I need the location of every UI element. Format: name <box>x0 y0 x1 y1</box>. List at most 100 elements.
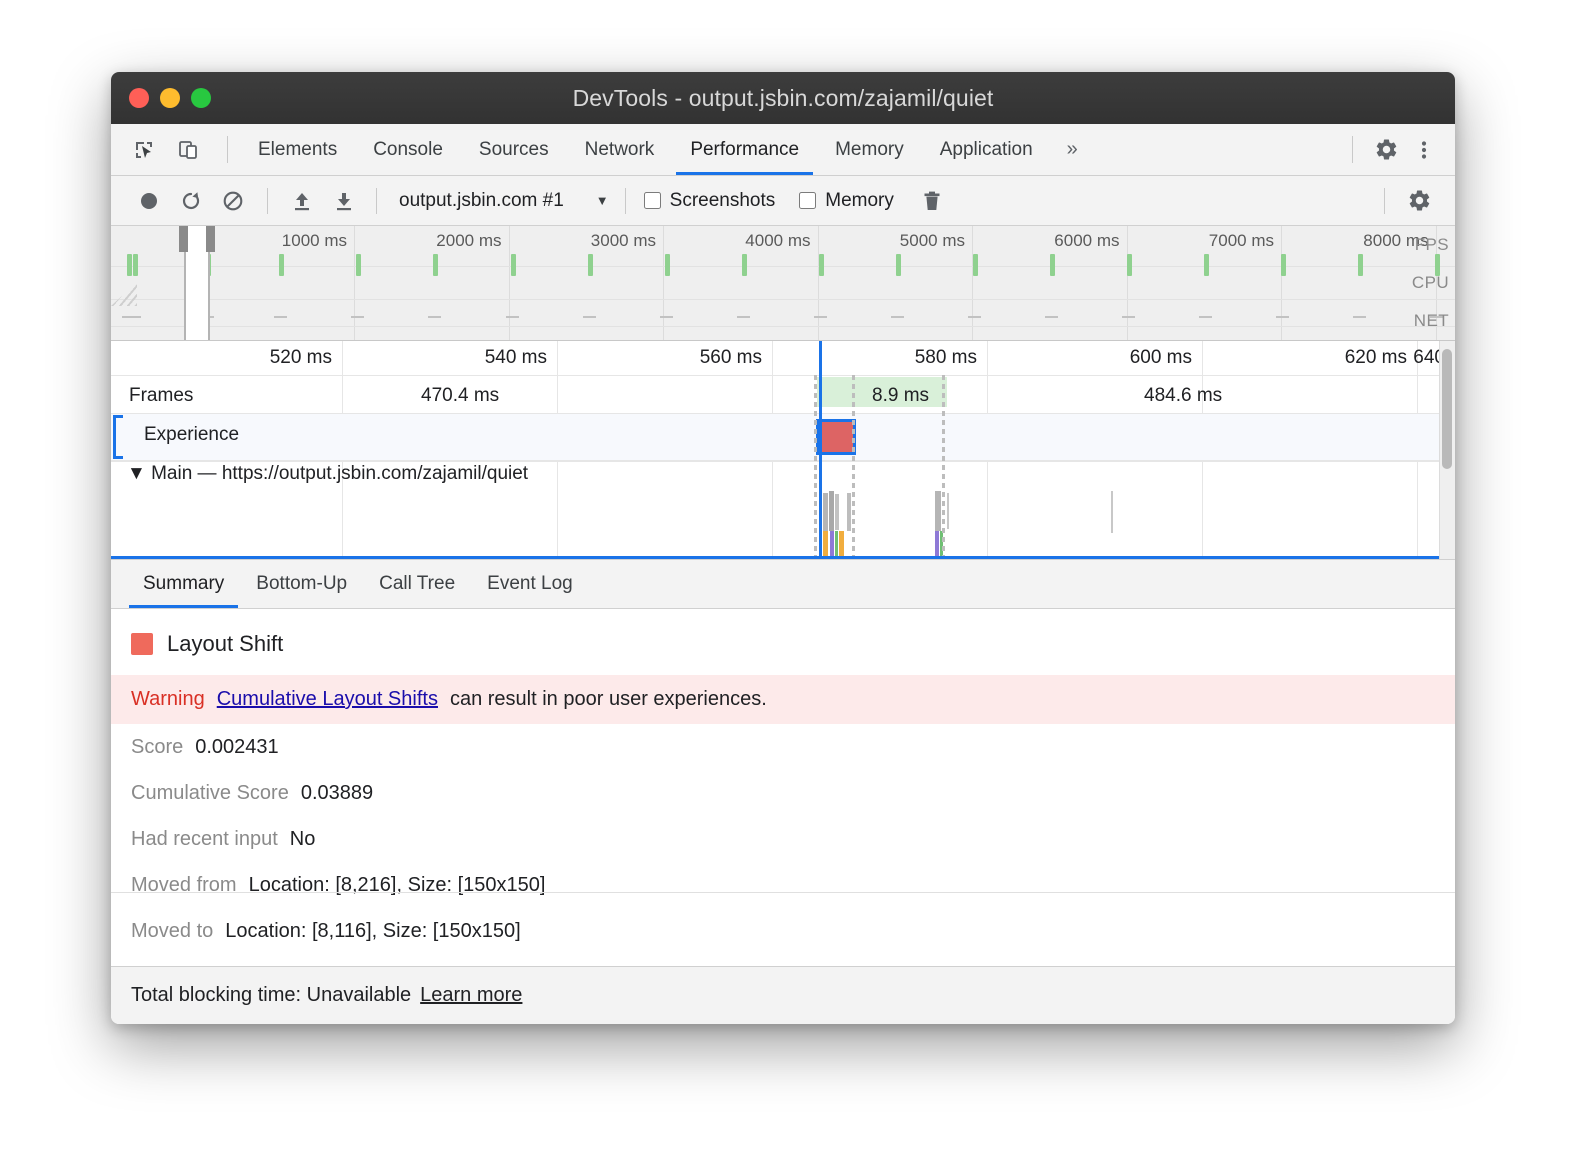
tab-console[interactable]: Console <box>355 124 461 175</box>
recording-selector[interactable]: output.jsbin.com #1 <box>399 190 564 212</box>
overview-gridline <box>509 226 510 340</box>
tab-event-log[interactable]: Event Log <box>471 560 589 608</box>
experience-track-label[interactable]: Experience <box>144 424 239 446</box>
fps-bar[interactable] <box>133 254 138 276</box>
main-track-label[interactable]: ▼ Main — https://output.jsbin.com/zajami… <box>127 463 528 485</box>
cumulative-layout-shifts-link[interactable]: Cumulative Layout Shifts <box>217 688 438 711</box>
trash-icon[interactable] <box>912 183 952 219</box>
experience-track-row[interactable] <box>111 413 1455 461</box>
frame-duration-2[interactable]: 8.9 ms <box>872 385 929 407</box>
tab-call-tree[interactable]: Call Tree <box>363 560 471 608</box>
network-bar[interactable] <box>274 316 287 318</box>
frame-duration-1[interactable]: 470.4 ms <box>421 385 499 407</box>
download-icon[interactable] <box>324 183 364 219</box>
activity-bar[interactable] <box>830 531 834 559</box>
tab-summary[interactable]: Summary <box>127 560 240 608</box>
minimize-window-button[interactable] <box>160 88 180 108</box>
fps-bar[interactable] <box>665 254 670 276</box>
network-bar[interactable] <box>428 316 441 318</box>
more-vertical-icon[interactable] <box>1407 133 1441 167</box>
gear-icon[interactable] <box>1399 183 1439 219</box>
overview-tick-label: 5000 ms <box>900 231 972 251</box>
fps-bar[interactable] <box>1204 254 1209 276</box>
timeline-overview[interactable]: 1000 ms2000 ms3000 ms4000 ms5000 ms6000 … <box>111 226 1455 341</box>
fps-bar[interactable] <box>1050 254 1055 276</box>
tab-network-label: Network <box>585 139 655 161</box>
fps-bar[interactable] <box>588 254 593 276</box>
activity-bar[interactable] <box>847 493 851 531</box>
fps-bar[interactable] <box>356 254 361 276</box>
activity-bar[interactable] <box>823 493 828 531</box>
flame-chart[interactable]: 520 ms540 ms560 ms580 ms600 ms620 ms640 … <box>111 341 1455 559</box>
network-bar[interactable] <box>737 316 750 318</box>
overview-gridline <box>663 226 664 340</box>
activity-bar[interactable] <box>835 531 838 559</box>
activity-bar[interactable] <box>829 491 834 531</box>
tab-sources[interactable]: Sources <box>461 124 567 175</box>
tab-application[interactable]: Application <box>922 124 1051 175</box>
close-window-button[interactable] <box>129 88 149 108</box>
tab-performance[interactable]: Performance <box>672 124 817 175</box>
network-bar[interactable] <box>891 316 904 318</box>
frame-duration-3[interactable]: 484.6 ms <box>1144 385 1222 407</box>
network-bar[interactable] <box>1276 316 1289 318</box>
inspect-element-icon[interactable] <box>127 133 161 167</box>
more-tabs-icon[interactable]: » <box>1051 124 1094 175</box>
fps-bar[interactable] <box>127 254 132 276</box>
network-bar[interactable] <box>1122 316 1135 318</box>
gear-icon[interactable] <box>1369 133 1403 167</box>
overview-gridline <box>1281 226 1282 340</box>
overview-gridline <box>1127 226 1128 340</box>
network-bar[interactable] <box>968 316 981 318</box>
activity-bar[interactable] <box>839 531 844 559</box>
network-bar[interactable] <box>814 316 827 318</box>
performance-toolbar: output.jsbin.com #1 ▼ Screenshots Memory <box>111 176 1455 226</box>
warning-label: Warning <box>131 688 205 711</box>
fps-bar[interactable] <box>1127 254 1132 276</box>
tab-elements[interactable]: Elements <box>240 124 355 175</box>
device-toolbar-icon[interactable] <box>171 133 205 167</box>
network-bar[interactable] <box>1353 316 1366 318</box>
screenshots-checkbox[interactable]: Screenshots <box>644 190 776 212</box>
chevron-down-icon[interactable]: ▼ <box>596 193 609 208</box>
network-bar[interactable] <box>128 316 141 318</box>
fps-bar[interactable] <box>819 254 824 276</box>
tab-memory[interactable]: Memory <box>817 124 922 175</box>
fps-bar[interactable] <box>511 254 516 276</box>
network-bar[interactable] <box>660 316 673 318</box>
fps-bar[interactable] <box>433 254 438 276</box>
activity-bar[interactable] <box>1111 491 1113 533</box>
learn-more-link[interactable]: Learn more <box>420 984 522 1007</box>
fps-bar[interactable] <box>896 254 901 276</box>
overview-resize-handle-right[interactable] <box>206 226 215 252</box>
flame-scrollbar-thumb[interactable] <box>1442 349 1452 469</box>
upload-icon[interactable] <box>282 183 322 219</box>
fps-bar[interactable] <box>279 254 284 276</box>
network-bar[interactable] <box>506 316 519 318</box>
activity-bar[interactable] <box>947 493 949 529</box>
memory-checkbox[interactable]: Memory <box>799 190 894 212</box>
network-bar[interactable] <box>583 316 596 318</box>
activity-bar[interactable] <box>835 494 839 530</box>
record-icon[interactable] <box>129 183 169 219</box>
fps-bar[interactable] <box>1358 254 1363 276</box>
clear-icon[interactable] <box>213 183 253 219</box>
activity-bar[interactable] <box>823 531 828 559</box>
layout-shift-event[interactable] <box>816 419 856 455</box>
maximize-window-button[interactable] <box>191 88 211 108</box>
fps-bar[interactable] <box>1281 254 1286 276</box>
tab-summary-label: Summary <box>143 573 224 595</box>
fps-bar[interactable] <box>742 254 747 276</box>
flame-selection-left-edge[interactable] <box>819 341 822 559</box>
overview-resize-handle-left[interactable] <box>179 226 188 252</box>
network-bar[interactable] <box>1199 316 1212 318</box>
network-bar[interactable] <box>351 316 364 318</box>
fps-bar[interactable] <box>973 254 978 276</box>
activity-bar[interactable] <box>935 531 939 559</box>
tab-network[interactable]: Network <box>567 124 673 175</box>
tab-bottom-up[interactable]: Bottom-Up <box>240 560 363 608</box>
activity-bar[interactable] <box>935 491 941 531</box>
network-bar[interactable] <box>1045 316 1058 318</box>
reload-and-record-icon[interactable] <box>171 183 211 219</box>
overview-selection-window[interactable] <box>184 226 210 340</box>
